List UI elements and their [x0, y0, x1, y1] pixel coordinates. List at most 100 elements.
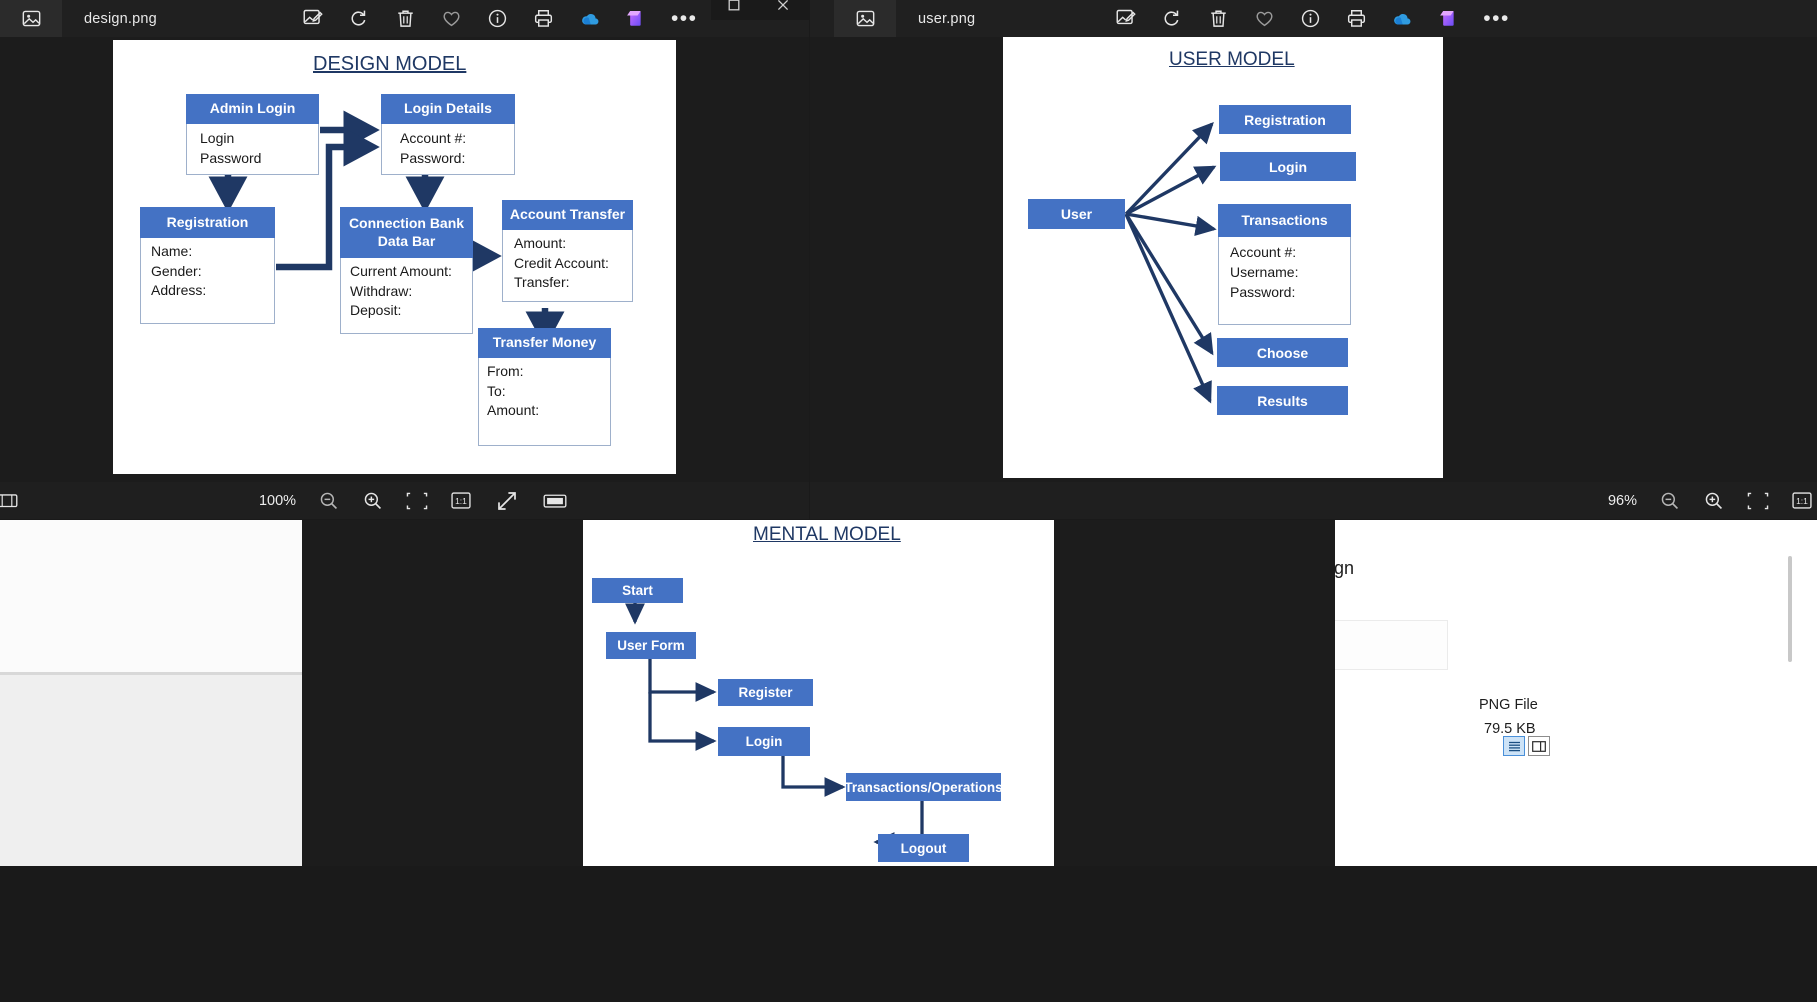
field-address: Address: — [151, 282, 207, 298]
photos-window-user[interactable]: user.png ••• USER MODEL User Registratio… — [810, 0, 1817, 519]
close-window-icon[interactable] — [772, 0, 794, 16]
field-transfer: Transfer: — [514, 274, 570, 290]
design-node-registration-header: Registration — [140, 207, 275, 238]
explorer-file-size: 79.5 KB — [1484, 721, 1536, 737]
filename-user: user.png — [918, 10, 976, 27]
explorer-partial-filename: gn — [1334, 558, 1355, 578]
field-amount: Amount: — [487, 402, 540, 418]
fit-to-window-icon[interactable] — [1747, 490, 1769, 512]
user-node-registration: Registration — [1219, 105, 1351, 134]
background-window-panel-strip — [0, 672, 302, 675]
explorer-scrollbar[interactable] — [1788, 556, 1792, 662]
mental-node-user-form: User Form — [606, 632, 696, 659]
zoom-in-icon[interactable] — [1703, 490, 1725, 512]
zoom-out-icon[interactable] — [1659, 490, 1681, 512]
favorite-heart-icon[interactable] — [1253, 8, 1275, 30]
edit-image-icon[interactable] — [303, 8, 325, 30]
design-node-transfer-money-header: Transfer Money — [478, 328, 611, 358]
filename-design: design.png — [84, 10, 157, 27]
slideshow-icon[interactable] — [542, 490, 568, 512]
field-credit-account: Credit Account: — [514, 254, 609, 271]
info-icon[interactable] — [487, 8, 509, 30]
background-window-panel-left — [0, 520, 302, 673]
field-password: Password: — [1230, 284, 1296, 300]
actual-size-icon[interactable]: 1:1 — [450, 490, 472, 512]
zoom-level-user: 96% — [1607, 492, 1637, 509]
design-node-connection-bank-header: Connection Bank Data Bar — [340, 207, 473, 258]
thumbnail-toggle-user[interactable] — [834, 0, 896, 37]
header-line-2: Data Bar — [377, 232, 436, 249]
statusbar-design: 100% 1:1 — [0, 482, 809, 519]
svg-text:1:1: 1:1 — [1796, 496, 1808, 506]
rotate-icon[interactable] — [1161, 8, 1183, 30]
field-username: Username: — [1230, 264, 1299, 280]
print-icon[interactable] — [1345, 8, 1367, 30]
image-canvas-design[interactable]: DESIGN MODEL Admin Login Login Password … — [0, 37, 809, 482]
design-node-account-transfer-body: Amount: Credit Account: Transfer: — [502, 230, 633, 302]
photos-window-design[interactable]: design.png ••• DESIGN MODEL Admin Login … — [0, 0, 809, 519]
design-node-registration-body: Name: Gender: Address: — [140, 238, 275, 324]
info-icon[interactable] — [1299, 8, 1321, 30]
filmstrip-icon[interactable] — [0, 490, 18, 512]
favorite-heart-icon[interactable] — [441, 8, 463, 30]
explorer-file-type: PNG File — [1479, 697, 1538, 713]
rotate-icon[interactable] — [349, 8, 371, 30]
actual-size-icon[interactable]: 1:1 — [1791, 490, 1813, 512]
design-node-connection-bank-body: Current Amount: Withdraw: Deposit: — [340, 258, 473, 334]
image-canvas-user[interactable]: USER MODEL User Registration Login Trans — [810, 37, 1817, 482]
design-node-login-details: Login Details Account #: Password: — [381, 94, 515, 175]
mental-node-start: Start — [592, 578, 683, 603]
user-node-choose: Choose — [1217, 338, 1348, 367]
design-node-login-details-body: Account #: Password: — [381, 124, 515, 175]
design-model-title: DESIGN MODEL — [313, 53, 467, 75]
edit-image-icon[interactable] — [1115, 8, 1137, 30]
image-thumbnail-icon — [22, 10, 40, 27]
mental-node-logout: Logout — [878, 834, 969, 862]
design-node-admin-login-header: Admin Login — [186, 94, 319, 124]
field-deposit: Deposit: — [350, 302, 402, 318]
field-name: Name: — [151, 243, 193, 259]
preview-pane-button[interactable] — [1528, 736, 1550, 756]
details-view-button[interactable] — [1503, 736, 1525, 756]
design-node-account-transfer-header: Account Transfer — [502, 200, 633, 230]
user-node-user: User — [1028, 199, 1125, 229]
delete-icon[interactable] — [1207, 8, 1229, 30]
print-icon[interactable] — [533, 8, 555, 30]
user-node-transactions-body: Account #: Username: Password: — [1218, 237, 1351, 325]
design-node-login-details-header: Login Details — [381, 94, 515, 124]
details-pane-icon — [1508, 741, 1520, 751]
user-node-transactions: Transactions Account #: Username: Passwo… — [1218, 204, 1351, 325]
zoom-out-icon[interactable] — [318, 490, 340, 512]
field-from: From: — [487, 363, 524, 379]
onedrive-icon[interactable] — [1391, 8, 1413, 30]
statusbar-user: 96% 1:1 — [810, 482, 1817, 519]
designer-icon[interactable] — [625, 8, 647, 30]
designer-icon[interactable] — [1437, 8, 1459, 30]
mental-node-login: Login — [718, 727, 810, 756]
restore-window-icon[interactable] — [723, 0, 745, 16]
fullscreen-icon[interactable] — [494, 490, 520, 512]
delete-icon[interactable] — [395, 8, 417, 30]
design-node-registration: Registration Name: Gender: Address: — [140, 207, 275, 324]
more-options-icon[interactable]: ••• — [671, 8, 698, 29]
explorer-thumbnail-placeholder — [1335, 620, 1448, 670]
mental-node-register: Register — [718, 679, 813, 706]
fit-to-window-icon[interactable] — [406, 490, 428, 512]
zoom-level-design: 100% — [258, 492, 297, 509]
design-node-transfer-money: Transfer Money From: To: Amount: — [478, 328, 611, 446]
zoom-in-icon[interactable] — [362, 490, 384, 512]
user-node-transactions-header: Transactions — [1218, 204, 1351, 237]
field-account-number: Account #: — [400, 130, 467, 146]
preview-pane-icon — [1532, 740, 1546, 752]
onedrive-icon[interactable] — [579, 8, 601, 30]
mental-node-transactions-operations: Transactions/Operations — [844, 773, 1003, 801]
thumbnail-toggle-design[interactable] — [0, 0, 62, 37]
explorer-body-lower — [1335, 760, 1817, 866]
more-options-icon[interactable]: ••• — [1483, 8, 1510, 29]
mental-model-sheet — [583, 520, 1054, 866]
design-node-admin-login-body: Login Password — [186, 124, 319, 175]
mental-model-window[interactable]: MENTAL MODEL Start User Form Register Lo… — [302, 520, 1335, 866]
field-current-amount: Current Amount: — [350, 263, 452, 279]
field-password: Password: — [400, 150, 466, 166]
field-password: Password — [200, 150, 262, 166]
